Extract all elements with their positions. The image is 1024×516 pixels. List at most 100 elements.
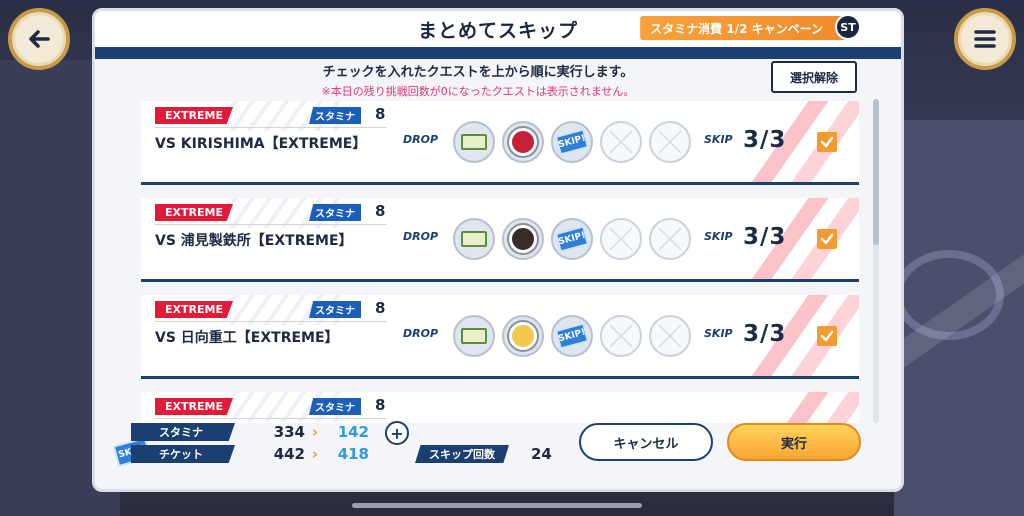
empty-slot: [649, 218, 691, 260]
difficulty-tag: EXTREME: [155, 398, 233, 415]
quest-card[interactable]: EXTREME スタミナ 8 VS 浦見製鉄所【EXTREME】 DROP SKIP! SK…: [141, 198, 859, 282]
quest-checkbox[interactable]: [817, 132, 837, 152]
ticket-icon: [461, 134, 487, 150]
empty-slot-icon: [609, 130, 633, 154]
skip-label: SKIP: [704, 133, 733, 146]
quest-name: VS 日向重工【EXTREME】: [155, 330, 339, 346]
skip-count-label: スキップ回数: [415, 445, 509, 463]
stamina-row: スタミナ 334 › 142: [131, 423, 369, 441]
ticket-after: 418: [337, 445, 369, 463]
checkmark-icon: [820, 233, 834, 245]
empty-slot: [600, 121, 642, 163]
st-badge-icon: ST: [835, 14, 861, 40]
drop-item[interactable]: SKIP!: [551, 218, 593, 260]
skip-ticket-icon: SKIP!: [554, 225, 590, 253]
title-underline: [155, 321, 387, 322]
empty-slot-icon: [658, 227, 682, 251]
quest-name: VS KIRISHIMA【EXTREME】: [155, 136, 367, 152]
execute-button[interactable]: 実行: [727, 423, 861, 461]
drop-item[interactable]: [502, 121, 544, 163]
stamina-cost: 8: [375, 299, 386, 317]
skip-count: 3/3: [743, 321, 787, 347]
skip-label: SKIP: [704, 230, 733, 243]
skip-label: SKIP: [704, 327, 733, 340]
ticket-icon: [461, 231, 487, 247]
back-button[interactable]: [8, 8, 70, 70]
quest-checkbox[interactable]: [817, 326, 837, 346]
card-decoration: [719, 198, 859, 279]
cancel-button[interactable]: キャンセル: [579, 423, 713, 461]
header-divider: [95, 47, 901, 59]
drop-items: SKIP!: [453, 121, 691, 163]
drop-item[interactable]: SKIP!: [551, 121, 593, 163]
skip-count-value: 24: [531, 445, 552, 463]
quest-card[interactable]: EXTREME スタミナ 8 VS KIRISHIMA【EXTREME】 DROP SKI…: [141, 101, 859, 185]
emblem-dark-icon: [509, 225, 537, 253]
dialog-title: まとめてスキップ: [417, 19, 578, 42]
quest-card[interactable]: EXTREME スタミナ 8 VS 日向重工【EXTREME】 DROP SKIP! SKI…: [141, 295, 859, 379]
empty-slot-icon: [658, 130, 682, 154]
campaign-badge-label: スタミナ消費 1/2 キャンペーン: [650, 21, 823, 36]
ticket-arrow-icon: ›: [311, 445, 319, 463]
ticket-icon: [461, 328, 487, 344]
menu-button[interactable]: [954, 8, 1016, 70]
emblem-gear-icon: [509, 322, 537, 350]
ticket-row: チケット 442 › 418: [131, 445, 369, 463]
ticket-label: チケット: [131, 445, 235, 463]
drop-item[interactable]: [502, 218, 544, 260]
quest-name: VS 浦見製鉄所【EXTREME】: [155, 233, 353, 249]
dialog-header: まとめてスキップ スタミナ消費 1/2 キャンペーン ST: [95, 11, 901, 47]
stamina-label: スタミナ: [131, 423, 235, 441]
quest-list[interactable]: EXTREME スタミナ 8 VS KIRISHIMA【EXTREME】 DROP SKI…: [141, 101, 861, 423]
campaign-badge: スタミナ消費 1/2 キャンペーン: [640, 16, 857, 40]
drop-items: SKIP!: [453, 315, 691, 357]
difficulty-tag: EXTREME: [155, 204, 233, 221]
stamina-after: 142: [337, 423, 369, 441]
empty-slot: [600, 315, 642, 357]
drop-item[interactable]: [502, 315, 544, 357]
empty-slot-icon: [609, 324, 633, 348]
title-underline: [155, 127, 387, 128]
stamina-arrow-icon: ›: [311, 423, 319, 441]
stamina-cost: 8: [375, 105, 386, 123]
drop-label: DROP: [403, 133, 439, 146]
stamina-tag: スタミナ: [309, 398, 361, 415]
stamina-cost: 8: [375, 396, 386, 414]
difficulty-tag: EXTREME: [155, 107, 233, 124]
drop-label: DROP: [403, 230, 439, 243]
checkmark-icon: [820, 330, 834, 342]
quest-list-scrollbar[interactable]: [873, 99, 879, 423]
drop-item[interactable]: [453, 121, 495, 163]
stamina-tag: スタミナ: [309, 301, 361, 318]
batch-skip-dialog: まとめてスキップ スタミナ消費 1/2 キャンペーン ST チェックを入れたクエ…: [92, 8, 904, 492]
quest-checkbox[interactable]: [817, 229, 837, 249]
deselect-all-button[interactable]: 選択解除: [771, 61, 857, 93]
empty-slot-icon: [658, 324, 682, 348]
empty-slot-icon: [609, 227, 633, 251]
checkmark-icon: [820, 136, 834, 148]
empty-slot: [649, 315, 691, 357]
scrollbar-thumb[interactable]: [873, 99, 879, 245]
skip-ticket-icon: SKIP!: [554, 322, 590, 350]
drop-label: DROP: [403, 327, 439, 340]
drop-item[interactable]: [453, 315, 495, 357]
hamburger-menu-icon: [974, 30, 996, 48]
stamina-cost: 8: [375, 202, 386, 220]
drop-items: SKIP!: [453, 218, 691, 260]
stamina-tag: スタミナ: [309, 204, 361, 221]
stamina-current: 334: [273, 423, 305, 441]
add-stamina-button[interactable]: +: [385, 421, 409, 445]
dialog-footer: SKIP! スタミナ 334 › 142 + チケット 442 › 418 スキ…: [95, 417, 901, 489]
emblem-red-icon: [509, 128, 537, 156]
empty-slot: [600, 218, 642, 260]
card-decoration: [719, 101, 859, 182]
card-decoration: [719, 295, 859, 376]
skip-count: 3/3: [743, 224, 787, 250]
ticket-current: 442: [273, 445, 305, 463]
drop-item[interactable]: [453, 218, 495, 260]
skip-ticket-icon: SKIP!: [554, 128, 590, 156]
back-arrow-icon: [29, 30, 50, 48]
drop-item[interactable]: SKIP!: [551, 315, 593, 357]
home-indicator: [352, 503, 642, 508]
skip-count: 3/3: [743, 127, 787, 153]
